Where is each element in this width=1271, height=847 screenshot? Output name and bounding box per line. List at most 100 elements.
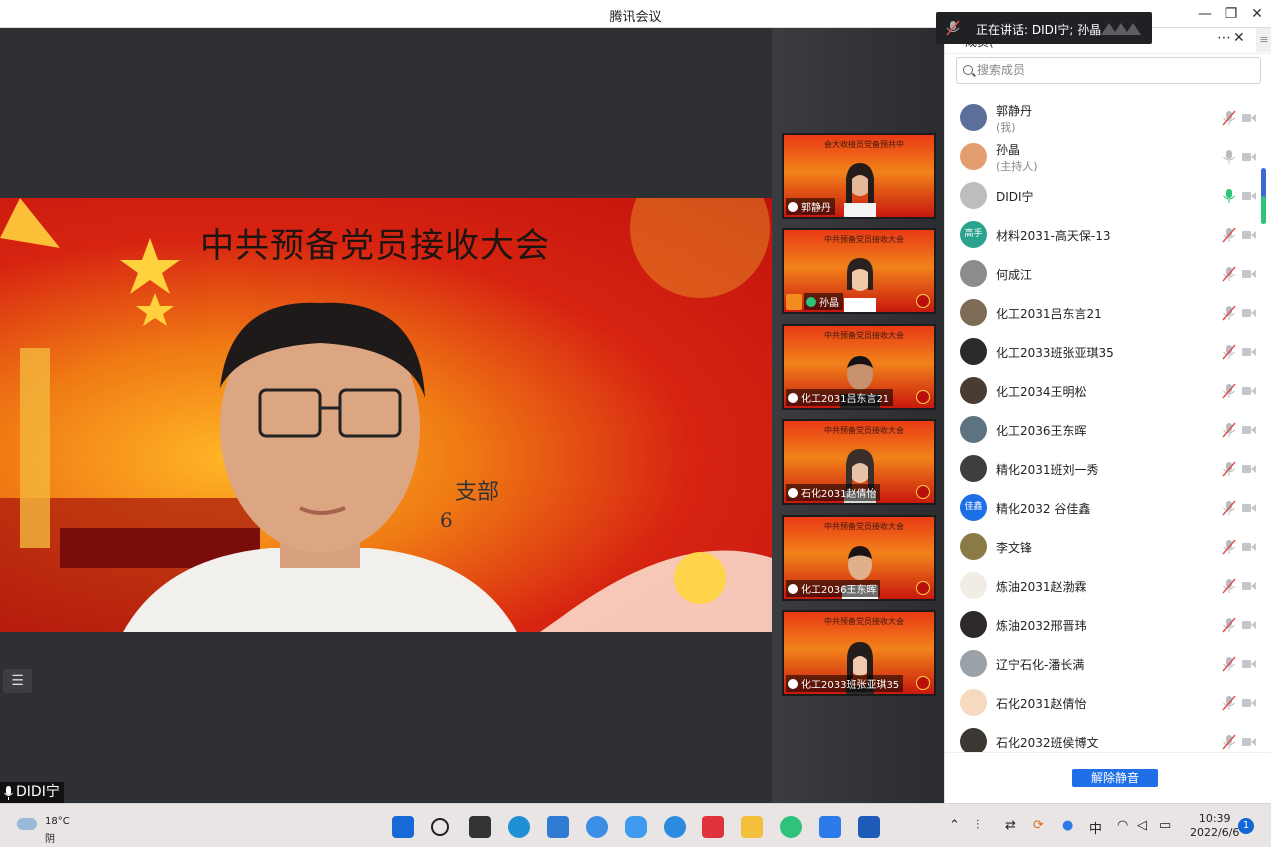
thumbnail-0[interactable]: 会大收接员党备预共中 郭静丹 [782, 133, 936, 219]
mic-muted-icon[interactable] [1222, 461, 1236, 477]
camera-off-icon[interactable] [1242, 113, 1256, 123]
mic-muted-icon[interactable] [1222, 539, 1236, 555]
search-input[interactable]: 搜索成员 [956, 57, 1261, 84]
volume-icon[interactable]: ◁ [1137, 818, 1147, 833]
camera-off-icon[interactable] [1242, 269, 1256, 279]
mic-muted-icon[interactable] [1222, 227, 1236, 243]
member-row[interactable]: 孙晶 (主持人) [945, 139, 1257, 178]
member-row[interactable]: 化工2034王明松 [945, 373, 1257, 412]
member-row[interactable]: 化工2036王东晖 [945, 412, 1257, 451]
tray-sync-icon[interactable]: ⇄ [1005, 818, 1016, 833]
camera-off-icon[interactable] [1242, 464, 1256, 474]
speaking-toast: 正在讲话: DIDI宁; 孙晶 [936, 12, 1152, 44]
thumb-banner: 中共预备党员接收大会 [824, 235, 904, 244]
member-row[interactable]: DIDI宁 [945, 178, 1257, 217]
tray-mic-icon[interactable]: ● [1062, 818, 1073, 833]
member-row[interactable]: 高手 材料2031-高天保-13 [945, 217, 1257, 256]
mic-muted-icon[interactable] [1222, 383, 1236, 399]
camera-off-icon[interactable] [1242, 659, 1256, 669]
wifi-icon[interactable]: ◠ [1117, 818, 1128, 833]
ime-indicator[interactable]: 中 [1089, 818, 1102, 837]
camera-off-icon[interactable] [1242, 503, 1256, 513]
thumbnail-3[interactable]: 中共预备党员接收大会 石化2031赵倩怡 [782, 419, 936, 505]
more-icon[interactable]: ⋯ [1217, 30, 1231, 46]
mic-on-icon [806, 296, 816, 307]
avatar: 佳鑫 [960, 494, 987, 521]
thumb-name-tag: 化工2036王东晖 [786, 580, 881, 597]
restore-button[interactable]: ❐ [1218, 4, 1244, 24]
file-explorer-icon[interactable] [741, 816, 763, 838]
member-row[interactable]: 化工2033班张亚琪35 [945, 334, 1257, 373]
mic-muted-icon[interactable] [1222, 266, 1236, 282]
avatar [960, 143, 987, 170]
list-icon[interactable]: ☰ [3, 669, 32, 693]
menu-icon[interactable]: ≡ [1256, 28, 1271, 52]
member-row[interactable]: 李文锋 [945, 529, 1257, 568]
mic-muted-icon[interactable] [1222, 617, 1236, 633]
mic-icon[interactable] [1222, 149, 1236, 165]
edge-icon[interactable] [508, 816, 530, 838]
mic-muted-icon[interactable] [1222, 344, 1236, 360]
camera-off-icon[interactable] [1242, 425, 1256, 435]
start-icon[interactable] [392, 816, 414, 838]
mic-muted-icon[interactable] [1222, 578, 1236, 594]
camera-off-icon[interactable] [1242, 737, 1256, 747]
word-icon[interactable] [858, 816, 880, 838]
chevron-up-icon[interactable]: ⌃ [949, 818, 960, 833]
member-row[interactable]: 化工2031吕东言21 [945, 295, 1257, 334]
camera-off-icon[interactable] [1242, 386, 1256, 396]
thumbnail-4[interactable]: 中共预备党员接收大会 化工2036王东晖 [782, 515, 936, 601]
party-emblem-icon [916, 581, 930, 595]
camera-off-icon[interactable] [1242, 230, 1256, 240]
cloud-icon [17, 818, 37, 830]
unmute-all-button[interactable]: 解除静音 [1072, 769, 1158, 787]
thumb-banner: 中共预备党员接收大会 [824, 426, 904, 435]
notification-badge[interactable]: 1 [1238, 818, 1254, 834]
tray-update-icon[interactable]: ⟳ [1033, 818, 1044, 833]
member-row[interactable]: 炼油2032邢晋玮 [945, 607, 1257, 646]
member-row[interactable]: 何成江 [945, 256, 1257, 295]
tray-app-icon[interactable]: ⫶ [976, 818, 979, 833]
camera-off-icon[interactable] [1242, 308, 1256, 318]
close-panel-icon[interactable]: ✕ [1233, 30, 1245, 46]
ie-icon[interactable] [664, 816, 686, 838]
battery-icon[interactable]: ▭ [1159, 818, 1171, 833]
task-view-icon[interactable] [469, 816, 491, 838]
camera-off-icon[interactable] [1242, 542, 1256, 552]
clock[interactable]: 10:39 2022/6/6 [1190, 812, 1239, 840]
thumbnail-1[interactable]: 中共预备党员接收大会 孙晶 [782, 228, 936, 314]
cloud-drive-icon[interactable] [625, 816, 647, 838]
mic-muted-icon[interactable] [1222, 500, 1236, 516]
camera-off-icon[interactable] [1242, 152, 1256, 162]
tencent-meeting-icon[interactable] [819, 816, 841, 838]
thumbnail-2[interactable]: 中共预备党员接收大会 化工2031吕东言21 [782, 324, 936, 410]
camera-off-icon[interactable] [1242, 191, 1256, 201]
mic-muted-icon[interactable] [1222, 422, 1236, 438]
mic-muted-icon[interactable] [1222, 695, 1236, 711]
mic-muted-icon[interactable] [1222, 734, 1236, 750]
camera-off-icon[interactable] [1242, 347, 1256, 357]
close-button[interactable]: ✕ [1244, 4, 1270, 24]
mic-muted-icon[interactable] [1222, 305, 1236, 321]
minimize-button[interactable]: — [1192, 4, 1218, 24]
huawei-icon[interactable] [702, 816, 724, 838]
mail-icon[interactable] [547, 816, 569, 838]
thumbnail-5[interactable]: 中共预备党员接收大会 化工2033班张亚琪35 [782, 610, 936, 696]
member-row[interactable]: 佳鑫 精化2032 谷佳鑫 [945, 490, 1257, 529]
mic-muted-icon[interactable] [1222, 656, 1236, 672]
member-row[interactable]: 精化2031班刘一秀 [945, 451, 1257, 490]
browser-icon[interactable] [586, 816, 608, 838]
main-video[interactable]: 中共预备党员接收大会 支部 6 [0, 198, 772, 632]
mic-muted-icon[interactable] [1222, 110, 1236, 126]
camera-off-icon[interactable] [1242, 620, 1256, 630]
member-row[interactable]: 辽宁石化-潘长满 [945, 646, 1257, 685]
member-row[interactable]: 炼油2031赵渤霖 [945, 568, 1257, 607]
wechat-icon[interactable] [780, 816, 802, 838]
search-icon[interactable] [431, 818, 449, 836]
mic-on-icon[interactable] [1222, 188, 1236, 204]
member-row[interactable]: 郭静丹 (我) [945, 100, 1257, 139]
clock-date: 2022/6/6 [1190, 826, 1240, 839]
camera-off-icon[interactable] [1242, 581, 1256, 591]
camera-off-icon[interactable] [1242, 698, 1256, 708]
member-row[interactable]: 石化2031赵倩怡 [945, 685, 1257, 724]
